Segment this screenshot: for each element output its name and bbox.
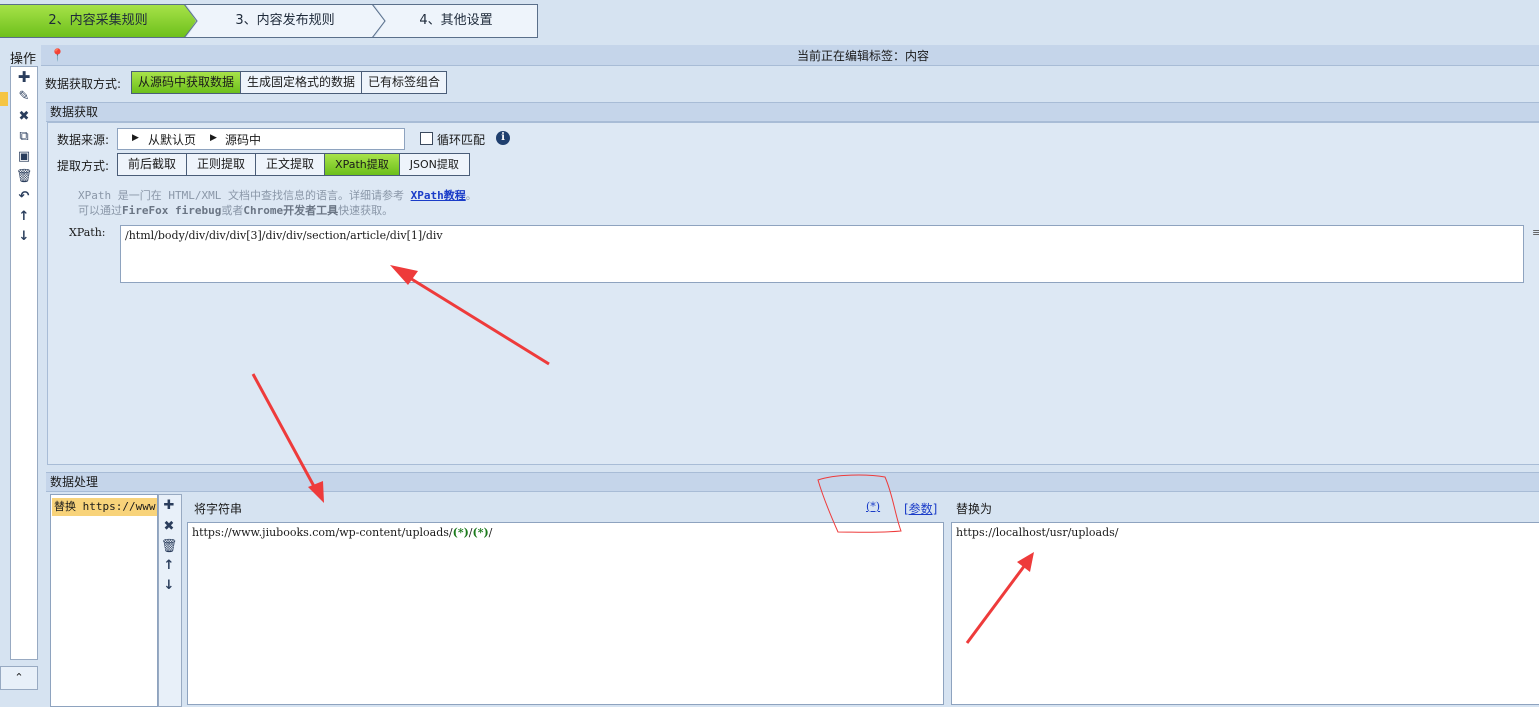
collapse-up-icon[interactable]: ⌃ — [0, 666, 38, 690]
copy-icon[interactable]: ⧉ — [12, 128, 36, 146]
insert-wildcard-link[interactable]: (*) — [866, 500, 880, 513]
wizard-steps: 2、内容采集规则 3、内容发布规则 4、其他设置 — [0, 4, 538, 38]
step-other-settings[interactable]: 4、其他设置 — [374, 4, 538, 38]
edit-icon[interactable]: ✎ — [12, 88, 36, 106]
extract-json-button[interactable]: JSON提取 — [400, 154, 469, 175]
step-content-collection[interactable]: 2、内容采集规则 — [0, 4, 196, 38]
delete-rule-icon[interactable]: ✖ — [159, 519, 179, 534]
xpath-help-line-1: XPath 是一门在 HTML/XML 文档中查找信息的语言。详细请参考 XPa… — [78, 187, 477, 203]
info-icon[interactable]: i — [496, 131, 510, 145]
extract-body-button[interactable]: 正文提取 — [256, 154, 326, 175]
xpath-label: XPath: — [69, 226, 106, 239]
location-pin-icon: 📍 — [50, 48, 65, 62]
help-text: Chrome开发者工具 — [243, 204, 339, 217]
delete-icon[interactable]: ✖ — [12, 108, 36, 126]
editing-label-status: 当前正在编辑标签：内容 — [797, 49, 930, 63]
status-bar — [41, 45, 1539, 66]
xpath-input[interactable]: /html/body/div/div/div[3]/div/div/sectio… — [120, 225, 1524, 283]
selected-marker — [0, 92, 8, 106]
insert-param-link[interactable]: [参数] — [904, 500, 937, 517]
wildcard-token: (*) — [452, 526, 469, 539]
operations-title: 操作 — [10, 52, 37, 67]
chevron-right-icon: ▶ — [210, 133, 217, 143]
trash-icon[interactable]: 🗑 — [12, 168, 36, 186]
steps-bottom-border — [0, 37, 538, 38]
step-content-publish[interactable]: 3、内容发布规则 — [186, 4, 384, 38]
move-down-icon[interactable]: ↓ — [12, 228, 36, 246]
xpath-tutorial-link[interactable]: XPath教程 — [411, 189, 466, 202]
source-breadcrumb: ▶ 从默认页 ▶ 源码中 — [117, 128, 405, 150]
rule-move-up-icon[interactable]: ↑ — [159, 558, 179, 573]
extract-before-after-button[interactable]: 前后截取 — [118, 154, 188, 175]
extract-xpath-button[interactable]: XPath提取 — [325, 154, 400, 175]
paste-icon[interactable]: ▣ — [12, 148, 36, 166]
fetch-mode-group: 从源码中获取数据 生成固定格式的数据 已有标签组合 — [131, 71, 448, 94]
xpath-help-line-2: 可以通过FireFox firebug或者Chrome开发者工具快速获取。 — [78, 202, 393, 218]
rule-move-down-icon[interactable]: ↓ — [159, 578, 179, 593]
rules-list: 替换 https://www — [50, 494, 158, 707]
scroll-hint-icon: ≡ — [1532, 226, 1539, 239]
loop-match-label: 循环匹配 — [437, 133, 486, 147]
extract-method-group: 前后截取 正则提取 正文提取 XPath提取 JSON提取 — [117, 153, 470, 176]
help-text: 。 — [465, 189, 477, 202]
find-string-label: 将字符串 — [194, 502, 243, 516]
help-text: 或者 — [221, 204, 244, 217]
source-label: 数据来源: — [57, 133, 110, 147]
trash-rule-icon[interactable]: 🗑 — [159, 539, 179, 554]
source-default-page[interactable]: 从默认页 — [148, 131, 196, 148]
add-rule-icon[interactable]: ✚ — [159, 498, 179, 513]
extract-regex-button[interactable]: 正则提取 — [187, 154, 257, 175]
find-text: / — [488, 526, 493, 539]
mode-fixed-format-button[interactable]: 生成固定格式的数据 — [241, 72, 363, 93]
loop-match-checkbox[interactable] — [420, 132, 433, 145]
source-html[interactable]: 源码中 — [225, 131, 261, 148]
help-text: FireFox firebug — [122, 204, 222, 217]
find-text: https://www.jiubooks.com/wp-content/uplo… — [192, 526, 453, 539]
list-item[interactable]: 替换 https://www — [52, 498, 157, 516]
add-icon[interactable]: ✚ — [12, 68, 36, 86]
help-text: 可以通过 — [78, 204, 122, 217]
replace-with-label: 替换为 — [956, 502, 993, 516]
help-text: XPath 是一门在 HTML/XML 文档中查找信息的语言。详细请参考 — [78, 189, 411, 202]
data-fetch-section-header: 数据获取 — [46, 102, 1539, 122]
fetch-mode-label: 数据获取方式: — [45, 77, 122, 91]
undo-icon[interactable]: ↶ — [12, 188, 36, 206]
extract-method-label: 提取方式: — [57, 159, 110, 173]
chevron-right-icon: ▶ — [132, 133, 139, 143]
steps-end-border — [537, 4, 538, 38]
mode-from-source-button[interactable]: 从源码中获取数据 — [132, 72, 242, 93]
help-text: 快速获取。 — [338, 204, 394, 217]
find-string-input[interactable]: https://www.jiubooks.com/wp-content/uplo… — [187, 522, 944, 705]
wildcard-token: (*) — [472, 526, 489, 539]
replace-with-input[interactable]: https://localhost/usr/uploads/ — [951, 522, 1539, 705]
mode-tag-combo-button[interactable]: 已有标签组合 — [362, 72, 446, 93]
move-up-icon[interactable]: ↑ — [12, 208, 36, 226]
steps-top-border — [0, 4, 538, 5]
data-processing-section-header: 数据处理 — [46, 472, 1539, 492]
